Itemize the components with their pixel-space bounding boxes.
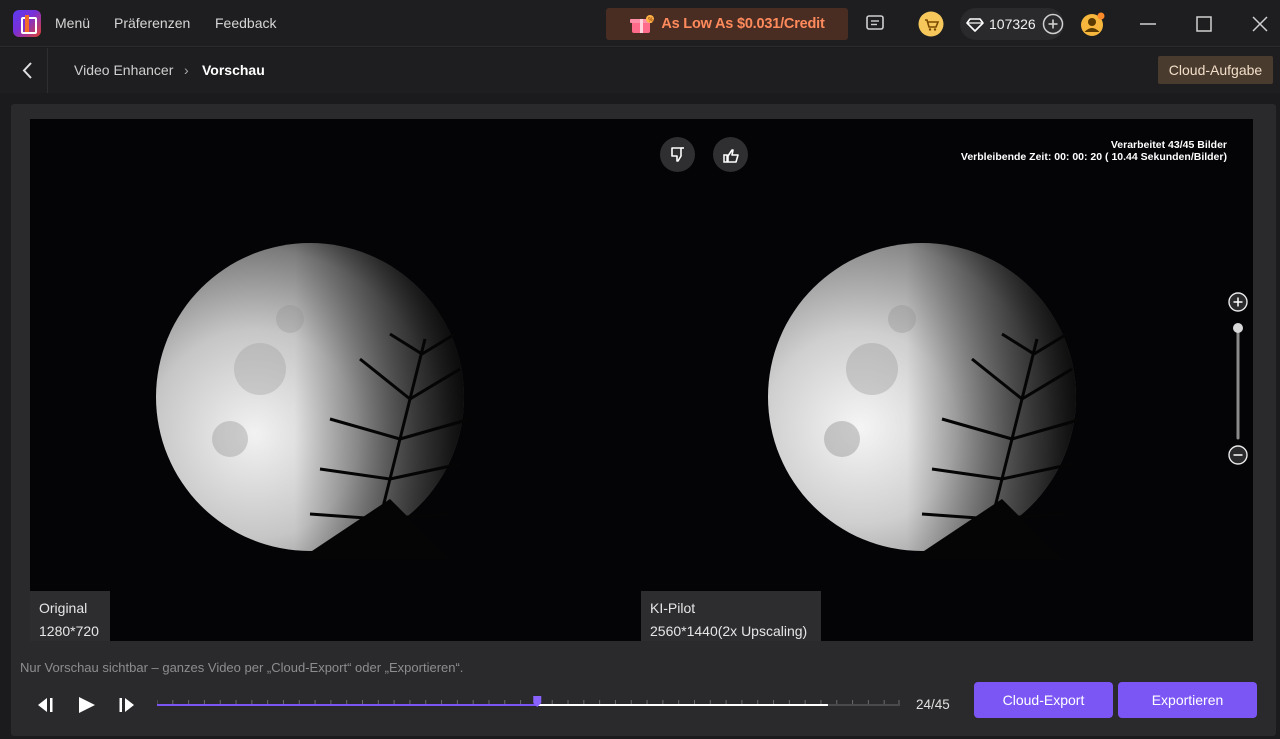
previous-frame-icon[interactable] bbox=[33, 692, 57, 718]
credit-balance: 107326 bbox=[960, 8, 1064, 40]
promo-banner[interactable]: % As Low As $0.031/Credit bbox=[606, 8, 848, 40]
zoom-in-icon[interactable] bbox=[1228, 292, 1248, 312]
timeline-ticks bbox=[156, 700, 900, 704]
next-frame-icon[interactable] bbox=[115, 692, 139, 718]
preferences-button[interactable]: Präferenzen bbox=[114, 15, 190, 31]
original-label: Original 1280*720 bbox=[30, 591, 110, 641]
play-icon[interactable] bbox=[75, 692, 99, 718]
title-bar: Menü Präferenzen Feedback % As Low As $0… bbox=[0, 0, 1280, 47]
timeline-slider[interactable] bbox=[156, 695, 900, 713]
zoom-out-icon[interactable] bbox=[1228, 445, 1248, 465]
frame-counter: 24/45 bbox=[916, 697, 950, 712]
processing-status: Verarbeitet 43/45 Bilder Verbleibende Ze… bbox=[961, 139, 1227, 163]
zoom-slider[interactable] bbox=[1228, 292, 1248, 467]
account-icon[interactable] bbox=[1080, 11, 1106, 37]
thumbs-down-button[interactable] bbox=[660, 137, 695, 172]
gift-icon: % bbox=[629, 14, 655, 34]
comparison-image bbox=[30, 119, 1253, 641]
thumbs-up-icon bbox=[722, 148, 739, 163]
navigation-bar: Video Enhancer › Vorschau Cloud-Aufgabe bbox=[0, 48, 1280, 93]
preview-viewer[interactable] bbox=[30, 119, 1253, 641]
svg-text:%: % bbox=[648, 17, 654, 24]
original-resolution: 1280*720 bbox=[39, 623, 99, 639]
original-title: Original bbox=[39, 600, 88, 616]
cloud-task-button[interactable]: Cloud-Aufgabe bbox=[1158, 56, 1273, 84]
credit-count: 107326 bbox=[989, 16, 1036, 32]
export-button[interactable]: Exportieren bbox=[1118, 682, 1257, 718]
menu-button[interactable]: Menü bbox=[55, 15, 90, 31]
breadcrumb-video-enhancer[interactable]: Video Enhancer bbox=[74, 62, 173, 78]
thumbs-down-icon bbox=[670, 146, 684, 162]
remaining-time-text: Verbleibende Zeit: 00: 00: 20 ( 10.44 Se… bbox=[960, 151, 1227, 163]
breadcrumb-current: Vorschau bbox=[202, 62, 265, 78]
timeline-played-range bbox=[157, 704, 538, 706]
back-button[interactable] bbox=[0, 48, 48, 93]
minimize-icon[interactable] bbox=[1134, 10, 1162, 38]
diamond-icon bbox=[965, 14, 985, 34]
chevron-left-icon bbox=[22, 62, 32, 79]
ai-resolution: 2560*1440(2x Upscaling) bbox=[650, 623, 808, 639]
promo-text: As Low As $0.031/Credit bbox=[661, 16, 825, 32]
maximize-icon[interactable] bbox=[1190, 10, 1218, 38]
app-logo bbox=[13, 10, 41, 37]
preview-hint: Nur Vorschau sichtbar – ganzes Video per… bbox=[20, 660, 464, 675]
zoom-handle[interactable] bbox=[1233, 323, 1243, 333]
thumbs-up-button[interactable] bbox=[713, 137, 748, 172]
add-credits-icon[interactable] bbox=[1042, 13, 1064, 35]
messages-icon[interactable] bbox=[864, 12, 886, 34]
processed-frames-text: Verarbeitet 43/45 Bilder bbox=[1110, 139, 1227, 151]
cloud-export-button[interactable]: Cloud-Export bbox=[974, 682, 1113, 718]
close-icon[interactable] bbox=[1246, 10, 1274, 38]
cart-icon[interactable] bbox=[918, 11, 944, 37]
feedback-button[interactable]: Feedback bbox=[215, 15, 276, 31]
ai-label: KI-Pilot 2560*1440(2x Upscaling) bbox=[641, 591, 821, 641]
breadcrumb-separator: › bbox=[184, 62, 189, 78]
ai-title: KI-Pilot bbox=[650, 600, 696, 616]
